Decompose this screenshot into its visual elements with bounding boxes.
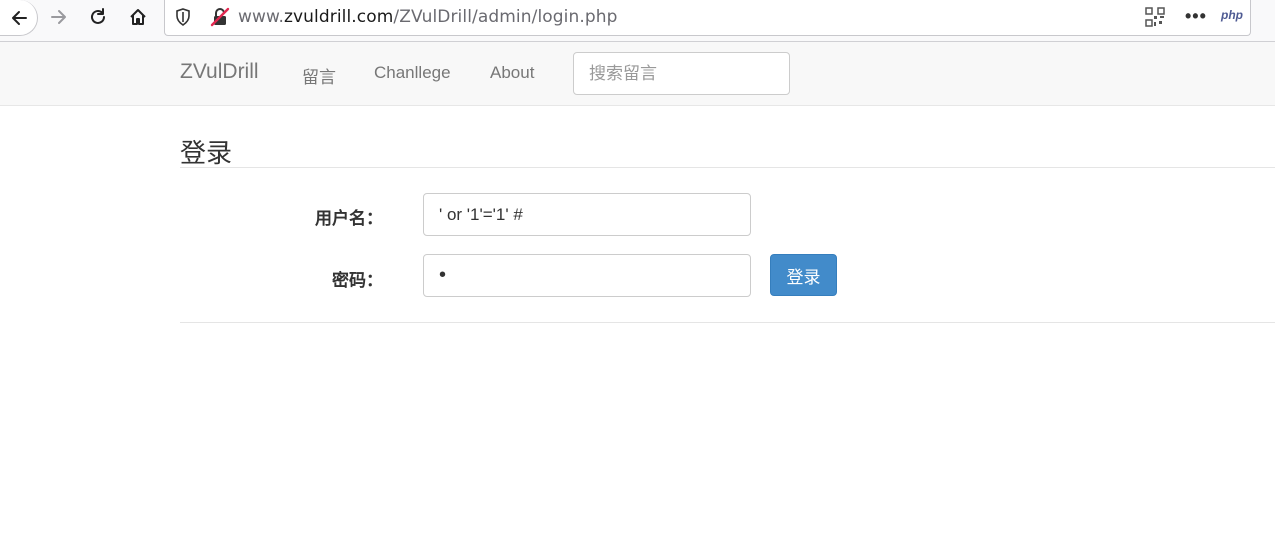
arrow-left-icon [11, 10, 27, 25]
home-button[interactable] [121, 0, 155, 34]
site-navbar: ZVulDrill 留言 Chanllege About [0, 42, 1275, 106]
home-icon [130, 9, 146, 25]
brand-link[interactable]: ZVulDrill [180, 60, 259, 84]
forward-button[interactable] [42, 0, 76, 34]
search-input[interactable] [573, 52, 790, 95]
password-label: 密码： [332, 271, 383, 290]
address-bar[interactable]: www.zvuldrill.com/ZVulDrill/admin/login.… [164, 0, 1251, 36]
login-button[interactable]: 登录 [770, 254, 837, 296]
browser-toolbar: www.zvuldrill.com/ZVulDrill/admin/login.… [0, 0, 1275, 42]
qr-code-icon[interactable] [1144, 6, 1166, 28]
insecure-lock-icon[interactable] [209, 6, 231, 28]
php-extension-icon[interactable]: php [1221, 8, 1243, 22]
username-label: 用户名： [315, 209, 383, 228]
nav-link-challenge[interactable]: Chanllege [374, 63, 451, 83]
url-domain: zvuldrill.com [283, 7, 394, 27]
reload-button[interactable] [81, 0, 115, 34]
shield-icon[interactable] [173, 7, 193, 27]
back-button[interactable] [0, 0, 38, 36]
nav-link-messages[interactable]: 留言 [302, 63, 336, 88]
arrow-right-icon [51, 10, 66, 24]
url-path: /ZVulDrill/admin/login.php [393, 7, 618, 27]
nav-link-about[interactable]: About [490, 63, 534, 83]
password-input[interactable] [423, 254, 751, 297]
form-divider [180, 322, 1275, 323]
url-text[interactable]: www.zvuldrill.com/ZVulDrill/admin/login.… [238, 7, 618, 27]
page-title: 登录 [180, 138, 233, 168]
url-prefix: www. [238, 7, 284, 27]
username-input[interactable] [423, 193, 751, 236]
reload-icon [91, 8, 105, 24]
more-icon[interactable]: ••• [1185, 5, 1211, 27]
title-divider [180, 167, 1275, 168]
